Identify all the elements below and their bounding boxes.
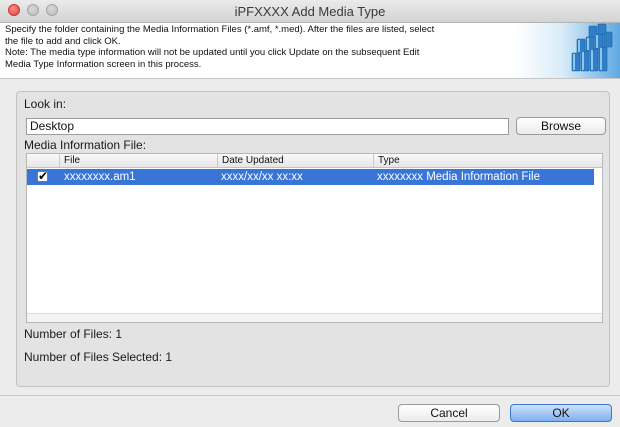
type-cell: xxxxxxxx Media Information File <box>377 171 540 183</box>
column-header-file[interactable]: File <box>59 154 217 167</box>
table-row[interactable]: ✔ xxxxxxxx.am1 xxxx/xx/xx xx:xx xxxxxxxx… <box>27 169 594 185</box>
horizontal-scrollbar[interactable] <box>27 313 602 322</box>
media-file-table[interactable]: File Date Updated Type ✔ xxxxxxxx.am1 xx… <box>26 153 603 323</box>
window-title: iPFXXXX Add Media Type <box>234 4 386 19</box>
number-of-files-selected-text: Number of Files Selected: 1 <box>24 350 173 364</box>
ok-button[interactable]: OK <box>510 404 612 422</box>
look-in-label: Look in: <box>24 97 67 111</box>
column-header-type[interactable]: Type <box>373 154 593 167</box>
number-of-files-text: Number of Files: 1 <box>24 327 123 341</box>
table-header: File Date Updated Type <box>27 154 602 168</box>
file-name-cell: xxxxxxxx.am1 <box>64 171 136 183</box>
date-updated-cell: xxxx/xx/xx xx:xx <box>221 171 303 183</box>
instruction-line: the file to add and click OK. <box>5 35 121 47</box>
column-header-date-updated[interactable]: Date Updated <box>217 154 373 167</box>
browse-button[interactable]: Browse <box>516 117 606 135</box>
footer-divider <box>0 395 620 396</box>
instruction-text: Specify the folder containing the Media … <box>5 24 505 70</box>
look-in-path-field[interactable]: Desktop <box>26 118 509 135</box>
stacked-media-rolls-banner-icon <box>515 23 620 78</box>
instruction-line: Specify the folder containing the Media … <box>5 24 435 35</box>
cancel-button[interactable]: Cancel <box>398 404 500 422</box>
media-information-file-label: Media Information File: <box>24 138 147 152</box>
checkmark-icon[interactable]: ✔ <box>37 170 48 182</box>
title-bar: iPFXXXX Add Media Type <box>0 0 620 23</box>
instruction-header: Specify the folder containing the Media … <box>0 23 620 79</box>
instruction-line: Note: The media type information will no… <box>5 47 420 58</box>
instruction-line: Media Type Information screen in this pr… <box>5 58 202 70</box>
